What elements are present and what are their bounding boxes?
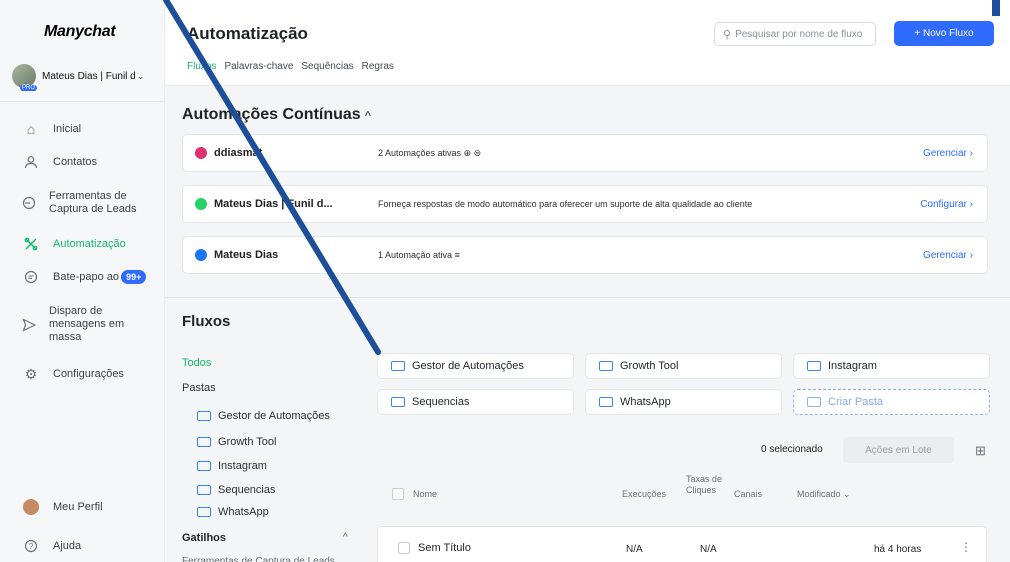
sidebar-item-contatos[interactable]: Contatos [22, 153, 97, 171]
folder-card[interactable]: WhatsApp [585, 389, 782, 415]
column-ctr[interactable]: Taxas de Cliques [686, 474, 726, 496]
column-runs[interactable]: Execuções [622, 489, 666, 499]
folder-icon [391, 361, 405, 371]
new-flow-button[interactable]: + Novo Fluxo [894, 21, 994, 46]
tab-fluxos[interactable]: Fluxos [187, 61, 216, 72]
send-icon [22, 316, 36, 334]
chevron-up-icon: ^ [364, 110, 372, 122]
folder-item[interactable]: Sequencias [197, 484, 276, 496]
folder-icon [197, 437, 211, 447]
home-icon: ⌂ [26, 121, 36, 137]
sidebar-item-disparo[interactable]: Disparo de mensagens em massa [22, 305, 142, 344]
folder-item[interactable]: WhatsApp [197, 507, 269, 517]
sidebar-item-inicial[interactable]: ⌂ Inicial [22, 120, 81, 138]
profile-avatar [22, 498, 40, 516]
folder-card[interactable]: Growth Tool [585, 353, 782, 379]
tab-palavras-chave[interactable]: Palavras-chave [224, 61, 293, 72]
continuous-card-instagram: ddiasmat 2 Automações ativas ⊕ ⊜ Gerenci… [182, 134, 988, 172]
settings-icon: ⚙ [24, 365, 38, 382]
folder-card[interactable]: Sequencias [377, 389, 574, 415]
chevron-up-icon[interactable]: ^ [343, 532, 348, 543]
configure-link[interactable]: Configurar › [920, 199, 973, 210]
column-channels[interactable]: Canais [734, 489, 762, 499]
list-icon: ≡ [454, 250, 460, 260]
user-icon [22, 153, 40, 171]
account-avatar: PRO [12, 64, 38, 91]
selected-count: 0 selecionado [761, 444, 823, 455]
folder-card[interactable]: Gestor de Automações [377, 353, 574, 379]
continuous-automations-title[interactable]: Automações Contínuas ^ [182, 106, 371, 124]
flow-modified: há 4 horas [874, 544, 922, 555]
status-icons: ⊕ ⊜ [463, 147, 482, 158]
trigger-lead-tools[interactable]: Ferramentas de Captura de Leads [182, 556, 335, 562]
folder-item[interactable]: Gestor de Automações [197, 410, 330, 422]
folder-icon [391, 397, 405, 407]
sidebar: Manychat PRO Mateus Dias | Funil d ⌄ ⌂ I… [0, 0, 165, 562]
column-name[interactable]: Nome [413, 489, 437, 499]
manychat-logo[interactable]: Manychat [44, 23, 116, 41]
folder-card[interactable]: Instagram [793, 353, 990, 379]
bulk-actions-button[interactable]: Ações em Lote [843, 437, 954, 463]
folder-item[interactable]: Growth Tool [197, 436, 277, 448]
automation-icon [22, 235, 40, 253]
instagram-icon [195, 147, 207, 159]
account-name: Mateus Dias | Funil d [42, 70, 136, 82]
folder-icon [197, 507, 211, 517]
folder-icon [807, 361, 821, 371]
chevron-down-icon: ⌄ [136, 70, 145, 81]
folder-icon [197, 485, 211, 495]
tabs: Fluxos Palavras-chave Sequências Regras [187, 61, 394, 72]
table-row[interactable]: Sem Título N/A N/A há 4 horas ⋮ [377, 526, 987, 562]
more-options-icon[interactable]: ⋮ [960, 540, 972, 554]
folder-icon [197, 411, 211, 421]
section-divider [165, 297, 1010, 298]
search-input[interactable]: ⚲ Pesquisar por nome de fluxo [714, 22, 876, 46]
folder-icon [197, 461, 211, 471]
scrollbar-thumb[interactable] [992, 0, 1000, 16]
create-folder-button[interactable]: Criar Pasta [793, 389, 990, 415]
page-title: Automatização [187, 24, 308, 43]
filter-all[interactable]: Todos [182, 357, 211, 369]
flow-ctr: N/A [700, 544, 717, 555]
sidebar-item-bate-papo[interactable]: Bate-papo ao 99+ [22, 268, 147, 286]
unread-badge: 99+ [121, 270, 147, 284]
column-modified[interactable]: Modificado ⌄ [797, 489, 851, 500]
folder-icon [599, 397, 613, 407]
whatsapp-icon [195, 198, 207, 210]
triggers-heading[interactable]: Gatilhos [182, 532, 226, 544]
sidebar-divider [0, 101, 165, 102]
sidebar-item-meu-perfil[interactable]: Meu Perfil [22, 498, 103, 516]
svg-text:?: ? [29, 542, 34, 551]
grid-view-icon[interactable]: ⊞ [975, 443, 986, 459]
flow-runs: N/A [626, 544, 643, 555]
sidebar-item-ajuda[interactable]: ? Ajuda [22, 537, 81, 555]
chat-icon [22, 268, 40, 286]
tab-sequencias[interactable]: Sequências [301, 61, 353, 72]
folder-item[interactable]: Instagram [197, 460, 267, 472]
folders-heading: Pastas [182, 382, 216, 394]
sidebar-item-ferramentas[interactable]: Ferramentas de Captura de Leads [22, 190, 152, 216]
manage-link[interactable]: Gerenciar › [923, 148, 973, 159]
continuous-card-whatsapp: Mateus Dias | Funil d... Forneça respost… [182, 185, 988, 223]
select-all-checkbox[interactable] [392, 488, 404, 500]
continuous-card-messenger: Mateus Dias 1 Automação ativa ≡ Gerencia… [182, 236, 988, 274]
manage-link[interactable]: Gerenciar › [923, 250, 973, 261]
search-placeholder: Pesquisar por nome de fluxo [735, 28, 863, 40]
lead-capture-icon [22, 194, 36, 212]
tab-regras[interactable]: Regras [362, 61, 394, 72]
folder-plus-icon [807, 397, 821, 407]
row-checkbox[interactable] [398, 542, 410, 554]
pro-badge: PRO [20, 85, 38, 91]
sidebar-item-automatizacao[interactable]: Automatização [22, 235, 126, 253]
search-icon: ⚲ [723, 28, 732, 41]
folder-icon [599, 361, 613, 371]
messenger-icon [195, 249, 207, 261]
flow-name[interactable]: Sem Título [418, 542, 471, 554]
sidebar-item-configuracoes[interactable]: ⚙ Configurações [22, 365, 124, 383]
help-icon: ? [22, 537, 40, 555]
flows-title: Fluxos [182, 313, 231, 330]
account-switcher[interactable]: PRO Mateus Dias | Funil d ⌄ [12, 62, 160, 91]
